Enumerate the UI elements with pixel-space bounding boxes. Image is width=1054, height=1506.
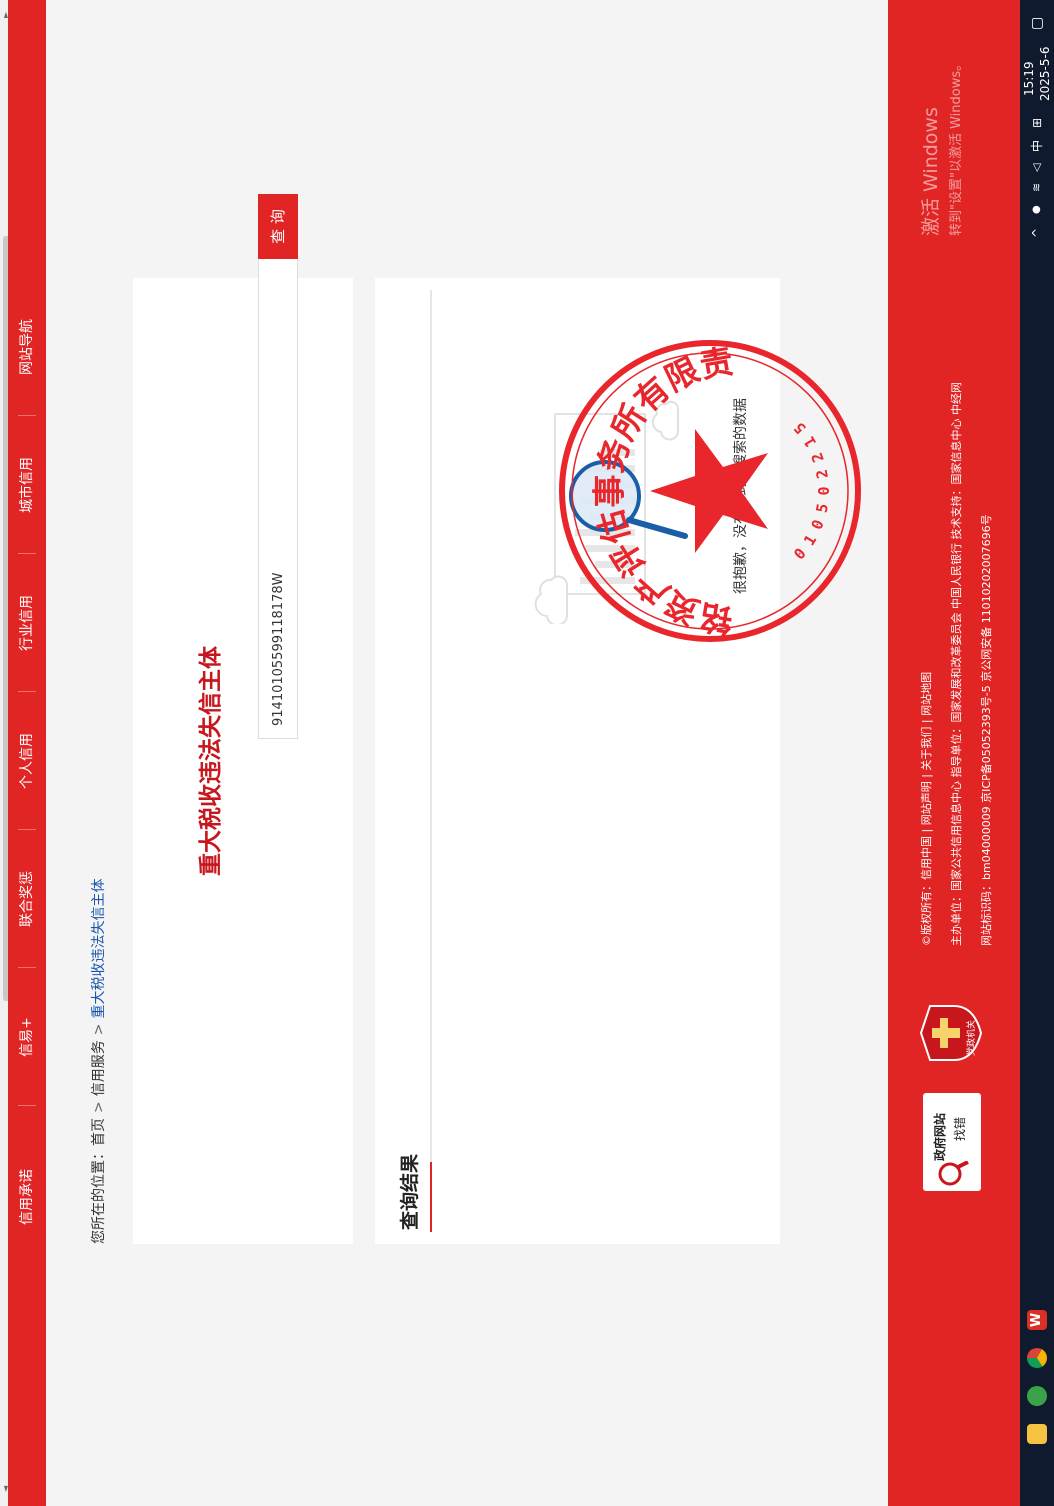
footer-copyright[interactable]: ©版权所有：信用中国 | 网站声明 | 关于我们 | 网站地图 <box>918 672 934 946</box>
footer-icp[interactable]: 网站标识码：bm04000009 京ICP备05052393号-5 京公网安备 … <box>978 514 994 946</box>
browser-360-icon[interactable] <box>1027 1386 1047 1406</box>
notification-icon[interactable]: ▢ <box>1020 17 1054 30</box>
ime-grid-icon[interactable]: ⊞ <box>1020 118 1054 128</box>
party-organ-badge[interactable]: 党政机关 <box>918 1000 984 1066</box>
nav-item-site-nav[interactable]: 网站导航 <box>8 278 46 416</box>
result-title: 查询结果 <box>399 1153 421 1230</box>
gov-badge-icon <box>938 1161 969 1186</box>
nav-item-industry-credit[interactable]: 行业信用 <box>8 554 46 692</box>
gov-badge-label: 政府网站 <box>933 1112 947 1161</box>
result-divider <box>430 290 432 1232</box>
search-button[interactable]: 查 询 <box>258 194 298 259</box>
breadcrumb-current[interactable]: 重大税收违法失信主体 <box>91 879 107 1019</box>
gov-website-error-badge[interactable]: 政府网站 找错 <box>923 1093 981 1191</box>
tray-chevron-icon[interactable]: ^ <box>1020 228 1054 238</box>
gov-badge-action: 找错 <box>953 1116 967 1141</box>
breadcrumb: 您所在的位置：首页 > 信用服务 > 重大税收违法失信主体 <box>88 879 108 1244</box>
wechat-icon[interactable]: ● <box>1020 205 1054 214</box>
breadcrumb-separator: > <box>91 1101 107 1113</box>
breadcrumb-separator: > <box>91 1023 107 1036</box>
company-seal-stamp: 河南慧铭资产评估事务所有限责任公司 4 1 0 1 0 5 0 2 2 1 5 … <box>555 340 861 646</box>
nav-item-joint-rewards[interactable]: 联合奖惩 <box>8 830 46 968</box>
watermark-subtitle: 转到"设置"以激活 Windows。 <box>949 57 964 236</box>
top-navigation: 信用承诺 信易+ 联合奖惩 个人信用 行业信用 城市信用 网站导航 <box>8 0 46 1506</box>
windows-activation-watermark: 激活 Windows 转到"设置"以激活 Windows。 <box>916 58 964 236</box>
breadcrumb-home[interactable]: 首页 <box>91 1118 107 1146</box>
breadcrumb-service[interactable]: 信用服务 <box>91 1040 107 1096</box>
result-title-underline <box>430 1162 432 1232</box>
windows-taskbar: W ^ ● ≋ ◁ 中 ⊞ 15:19 2025-5-6 ▢ <box>1020 0 1054 1506</box>
footer-sponsor: 主办单位：国家公共信用信息中心 指导单位：国家发展和改革委员会 中国人民银行 技… <box>950 382 963 946</box>
search-input[interactable] <box>259 259 297 738</box>
page-title: 重大税收违法失信主体 <box>198 646 224 876</box>
nav-item-xinyi-plus[interactable]: 信易+ <box>8 968 46 1106</box>
ime-indicator[interactable]: 中 <box>1020 140 1054 152</box>
clock-date[interactable]: 2025-5-6 <box>1028 47 1054 101</box>
screen: ◄ ► 信用承诺 信易+ 联合奖惩 个人信用 行业信用 城市信用 网站导航 您所… <box>0 0 1054 1506</box>
chrome-icon[interactable] <box>1027 1348 1047 1368</box>
seal-star-icon <box>650 429 768 553</box>
breadcrumb-prefix: 您所在的位置： <box>91 1146 107 1244</box>
nav-item-personal-credit[interactable]: 个人信用 <box>8 692 46 830</box>
footer: 政府网站 找错 党政机关 ©版权所有：信用中国 | 网站声明 | 关于我们 | … <box>888 0 1020 1506</box>
wps-icon[interactable]: W <box>1027 1310 1047 1330</box>
volume-icon[interactable]: ◁ <box>1020 164 1054 172</box>
network-icon[interactable]: ≋ <box>1020 183 1054 192</box>
nav-item-credit-commitment[interactable]: 信用承诺 <box>8 1128 46 1266</box>
search-box <box>258 259 298 739</box>
nav-item-city-credit[interactable]: 城市信用 <box>8 416 46 554</box>
file-explorer-icon[interactable] <box>1027 1424 1047 1444</box>
party-badge-label: 党政机关 <box>967 1019 977 1056</box>
search-card: 重大税收违法失信主体 查 询 <box>133 194 353 1244</box>
watermark-title: 激活 Windows <box>920 107 942 236</box>
